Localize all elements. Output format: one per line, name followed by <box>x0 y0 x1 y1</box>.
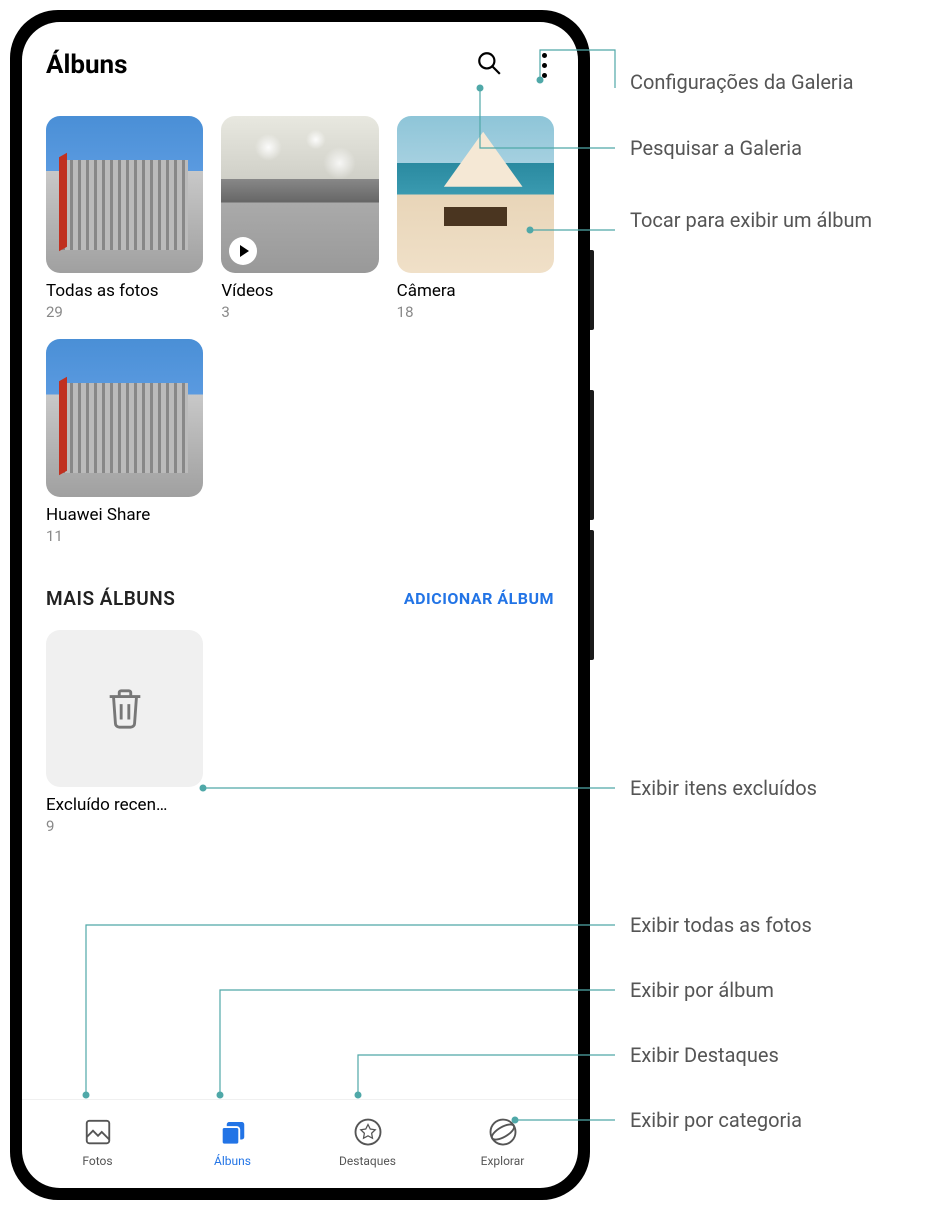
nav-photos[interactable]: Fotos <box>30 1116 165 1168</box>
album-thumbnail <box>46 116 203 273</box>
search-button[interactable] <box>476 50 502 80</box>
content: Todas as fotos 29 Vídeos 3 Câmera 18 <box>22 96 578 1099</box>
section-title: MAIS ÁLBUNS <box>46 587 175 610</box>
nav-explore[interactable]: Explorar <box>435 1116 570 1168</box>
explore-icon <box>487 1116 519 1148</box>
callout-settings: Configurações da Galeria <box>630 70 853 94</box>
album-all-photos[interactable]: Todas as fotos 29 <box>46 116 203 321</box>
album-title: Excluído recen… <box>46 795 203 815</box>
album-count: 11 <box>46 527 203 545</box>
album-title: Vídeos <box>221 281 378 301</box>
album-count: 3 <box>221 303 378 321</box>
albums-icon <box>217 1116 249 1148</box>
nav-label: Explorar <box>481 1154 525 1168</box>
callout-tap-album: Tocar para exibir um álbum <box>630 208 872 232</box>
section-header: MAIS ÁLBUNS ADICIONAR ÁLBUM <box>46 587 554 610</box>
more-menu-button[interactable] <box>534 52 554 78</box>
album-videos[interactable]: Vídeos 3 <box>221 116 378 321</box>
album-huawei-share[interactable]: Huawei Share 11 <box>46 339 203 544</box>
callout-trash: Exibir itens excluídos <box>630 776 817 800</box>
phone-side-button <box>590 530 594 660</box>
nav-albums[interactable]: Álbuns <box>165 1116 300 1168</box>
album-thumbnail <box>397 116 554 273</box>
menu-dot-icon <box>542 53 547 58</box>
album-camera[interactable]: Câmera 18 <box>397 116 554 321</box>
callout-by-category: Exibir por categoria <box>630 1108 802 1132</box>
menu-dot-icon <box>542 73 547 78</box>
callout-all-photos: Exibir todas as fotos <box>630 913 812 937</box>
search-icon <box>476 50 502 76</box>
nav-highlights[interactable]: Destaques <box>300 1116 435 1168</box>
nav-label: Fotos <box>82 1154 112 1168</box>
header: Álbuns <box>22 22 578 96</box>
bottom-nav: Fotos Álbuns Destaques <box>22 1099 578 1188</box>
album-count: 29 <box>46 303 203 321</box>
phone-side-button <box>590 390 594 520</box>
page-title: Álbuns <box>46 50 127 80</box>
callout-search: Pesquisar a Galeria <box>630 136 802 160</box>
album-title: Câmera <box>397 281 554 301</box>
phone-frame: Álbuns Todas <box>10 10 590 1200</box>
header-actions <box>476 50 554 80</box>
trash-icon <box>102 685 148 731</box>
add-album-button[interactable]: ADICIONAR ÁLBUM <box>404 589 554 608</box>
album-thumbnail <box>221 116 378 273</box>
photos-icon <box>82 1116 114 1148</box>
callout-highlights: Exibir Destaques <box>630 1043 779 1067</box>
menu-dot-icon <box>542 63 547 68</box>
album-title: Todas as fotos <box>46 281 203 301</box>
phone-side-button <box>590 250 594 330</box>
nav-label: Destaques <box>339 1154 396 1168</box>
album-recently-deleted[interactable]: Excluído recen… 9 <box>46 630 203 835</box>
album-grid: Todas as fotos 29 Vídeos 3 Câmera 18 <box>46 116 554 545</box>
album-title: Huawei Share <box>46 505 203 525</box>
callout-by-album: Exibir por álbum <box>630 978 774 1002</box>
more-albums-grid: Excluído recen… 9 <box>46 630 554 835</box>
album-thumbnail <box>46 630 203 787</box>
highlights-icon <box>352 1116 384 1148</box>
phone-screen: Álbuns Todas <box>22 22 578 1188</box>
album-count: 9 <box>46 817 203 835</box>
play-icon <box>229 237 257 265</box>
album-count: 18 <box>397 303 554 321</box>
album-thumbnail <box>46 339 203 496</box>
nav-label: Álbuns <box>214 1154 251 1168</box>
